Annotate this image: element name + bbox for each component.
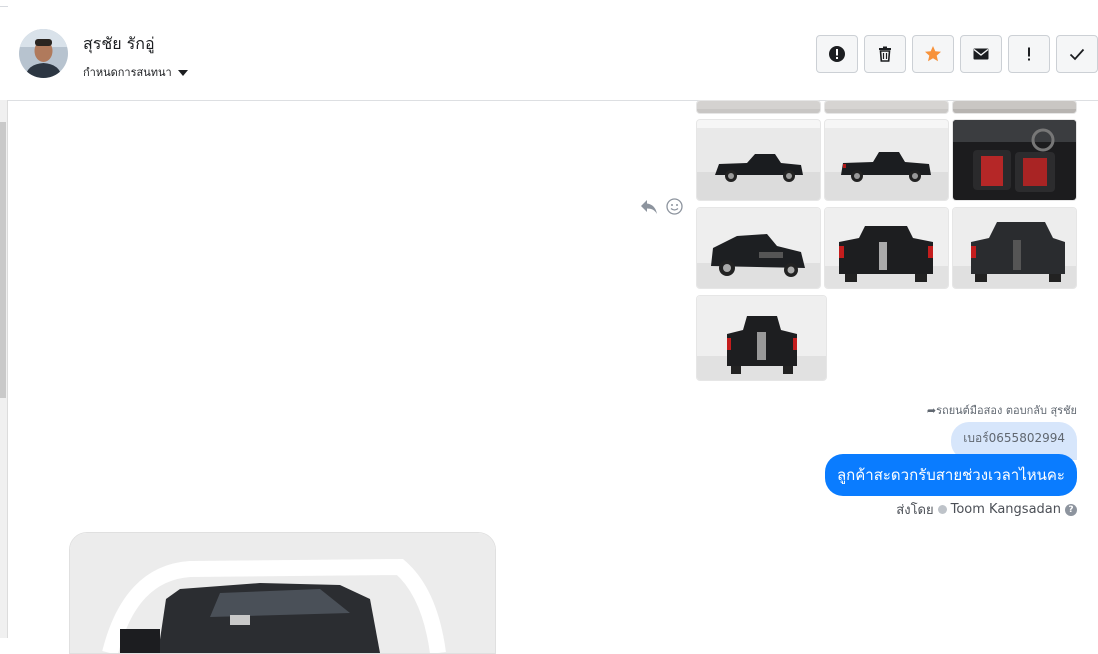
attachment-image[interactable] xyxy=(824,100,949,114)
reply-icon[interactable] xyxy=(640,199,658,215)
attachment-image[interactable] xyxy=(696,119,821,201)
attachment-image[interactable] xyxy=(824,119,949,201)
sent-status-icon xyxy=(937,505,947,514)
mark-done-button[interactable] xyxy=(1056,35,1098,73)
sent-by-line: ส่งโดย Toom Kangsadan ? xyxy=(896,499,1077,520)
sent-by-label: ส่งโดย xyxy=(896,503,934,518)
contact-name: สุรชัย รักอู่ xyxy=(83,34,155,53)
emoji-icon[interactable] xyxy=(666,198,683,215)
incoming-image[interactable] xyxy=(69,532,496,654)
exclamation-circle-icon xyxy=(829,46,845,62)
attachment-image[interactable] xyxy=(952,119,1077,201)
avatar[interactable] xyxy=(19,29,68,78)
trash-icon xyxy=(879,46,891,62)
attachment-image[interactable] xyxy=(696,295,827,381)
reply-arrow-icon: ➦ xyxy=(926,404,937,417)
attachment-image[interactable] xyxy=(824,207,949,289)
attachment-image[interactable] xyxy=(696,207,821,289)
follow-up-button[interactable] xyxy=(1008,35,1050,73)
scrollbar-thumb[interactable] xyxy=(0,122,6,398)
message-bubble[interactable]: ลูกค้าสะดวกรับสายช่วงเวลาไหนคะ xyxy=(824,454,1077,496)
reply-meta-text: รถยนต์มือสอง ตอบกลับ สุรชัย xyxy=(936,404,1077,417)
message-actions xyxy=(640,198,683,215)
envelope-icon xyxy=(973,48,989,60)
conversation-header: สุรชัย รักอู่ กำหนดการสนทนา xyxy=(8,6,1098,101)
exclamation-icon xyxy=(1028,47,1030,61)
caret-down-icon xyxy=(177,70,188,76)
attachment-image[interactable] xyxy=(952,100,1077,114)
attachment-image[interactable] xyxy=(696,100,821,114)
mark-spam-button[interactable] xyxy=(816,35,858,73)
attachment-image[interactable] xyxy=(952,207,1077,289)
reply-metadata: ➦รถยนต์มือสอง ตอบกลับ สุรชัย xyxy=(927,401,1077,419)
conversation-settings-dropdown[interactable]: กำหนดการสนทนา xyxy=(83,63,188,81)
help-icon[interactable]: ? xyxy=(1065,503,1077,516)
sent-by-name[interactable]: Toom Kangsadan xyxy=(951,502,1061,517)
delete-button[interactable] xyxy=(864,35,906,73)
header-actions xyxy=(816,35,1098,73)
star-icon xyxy=(925,46,941,62)
check-icon xyxy=(1069,48,1085,61)
mark-unread-button[interactable] xyxy=(960,35,1002,73)
conversation-settings-label: กำหนดการสนทนา xyxy=(83,66,172,79)
left-scrollbar[interactable] xyxy=(0,100,8,638)
star-button[interactable] xyxy=(912,35,954,73)
